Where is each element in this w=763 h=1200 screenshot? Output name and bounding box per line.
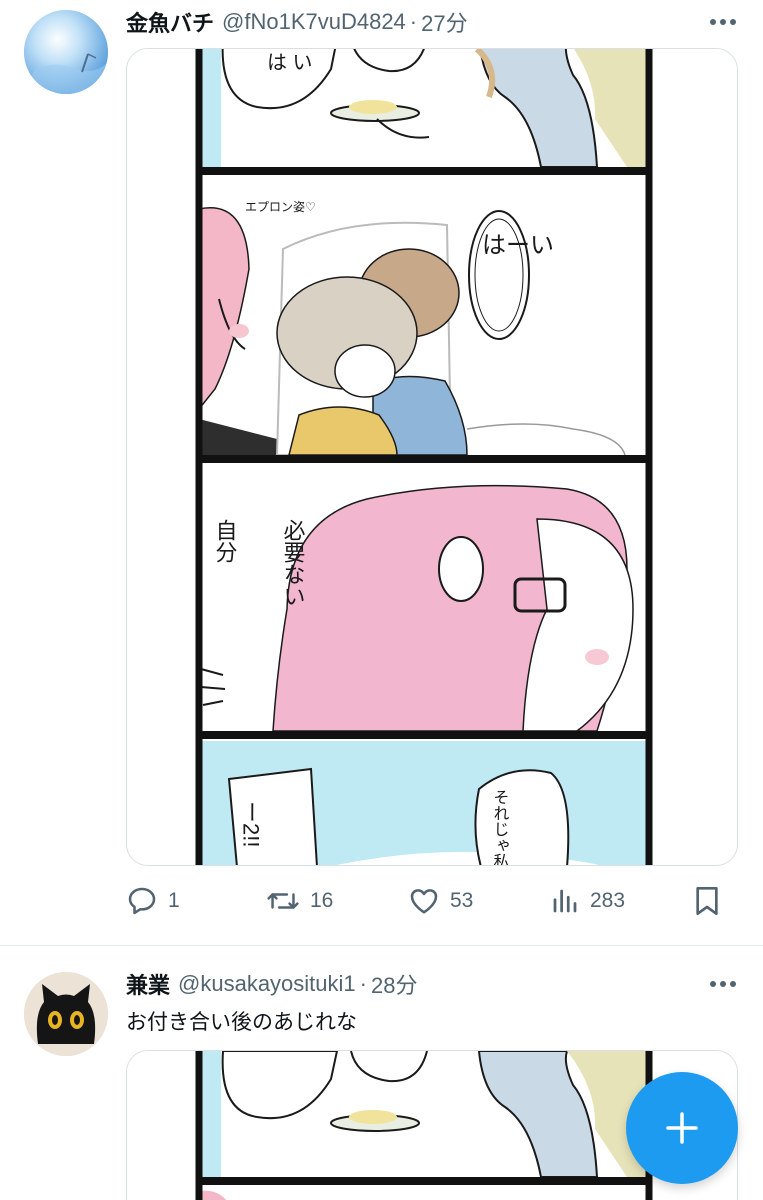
panel4-left-text: ー2!! (239, 801, 264, 847)
more-options-button[interactable] (705, 4, 741, 40)
timestamp[interactable]: 28分 (371, 968, 417, 1000)
user-handle[interactable]: @fNo1K7vuD4824 (222, 9, 406, 35)
like-button[interactable]: 53 (408, 880, 473, 922)
panel1-bubble-text: は い (267, 52, 313, 74)
tweet-header: 兼業 @kusakayosituki1 · 28分 (126, 966, 743, 1002)
avatar[interactable] (24, 10, 108, 94)
avatar[interactable] (24, 972, 108, 1056)
plus-icon (666, 1112, 698, 1144)
more-horizontal-icon (710, 19, 736, 25)
retweet-icon (267, 893, 299, 909)
separator-dot: · (359, 971, 367, 996)
views-button[interactable]: 283 (550, 880, 625, 922)
retweet-count: 16 (310, 889, 334, 912)
views-bar-chart-icon (553, 889, 577, 913)
manga-strip-image: は い はーい エプロン姿♡ 必要ない 自分 ー2!! それじゃ私帰る (127, 49, 737, 866)
avatar-sky-image (24, 10, 108, 94)
more-options-button[interactable] (705, 966, 741, 1002)
timestamp[interactable]: 27分 (421, 6, 467, 38)
reply-bubble-icon (128, 887, 156, 915)
reply-count: 1 (168, 889, 180, 912)
tweet-text: お付き合い後のあじれな (126, 1011, 357, 1034)
panel4-right-text: それじゃ私帰る (491, 789, 510, 866)
panel3-vertical-text: 必要ない (281, 519, 306, 607)
avatar-black-cat-image (24, 972, 108, 1056)
bookmark-icon (696, 887, 718, 915)
tweet[interactable]: 金魚バチ @fNo1K7vuD4824 · 27分 は い はーい エプロン姿♡… (0, 0, 763, 946)
display-name[interactable]: 兼業 (126, 968, 170, 1000)
tweet-media-image[interactable]: は い はーい エプロン姿♡ 必要ない 自分 ー2!! それじゃ私帰る (126, 48, 738, 866)
panel3-side-text: 自分 (213, 519, 238, 563)
separator-dot: · (409, 9, 418, 34)
tweet-header: 金魚バチ @fNo1K7vuD4824 · 27分 (126, 4, 743, 40)
user-handle[interactable]: @kusakayosituki1 (178, 971, 356, 997)
compose-tweet-button[interactable] (626, 1072, 738, 1184)
heart-icon (410, 889, 438, 914)
tweet-actions: 1 16 53 283 (126, 880, 738, 922)
reply-button[interactable]: 1 (126, 880, 180, 922)
like-count: 53 (450, 889, 474, 912)
view-count: 283 (590, 889, 626, 912)
panel2-side-text: エプロン姿♡ (245, 200, 316, 214)
more-horizontal-icon (710, 981, 736, 987)
bookmark-button[interactable] (692, 880, 722, 922)
display-name[interactable]: 金魚バチ (126, 6, 214, 38)
retweet-button[interactable]: 16 (266, 880, 333, 922)
panel2-bubble-text: はーい (482, 232, 554, 259)
